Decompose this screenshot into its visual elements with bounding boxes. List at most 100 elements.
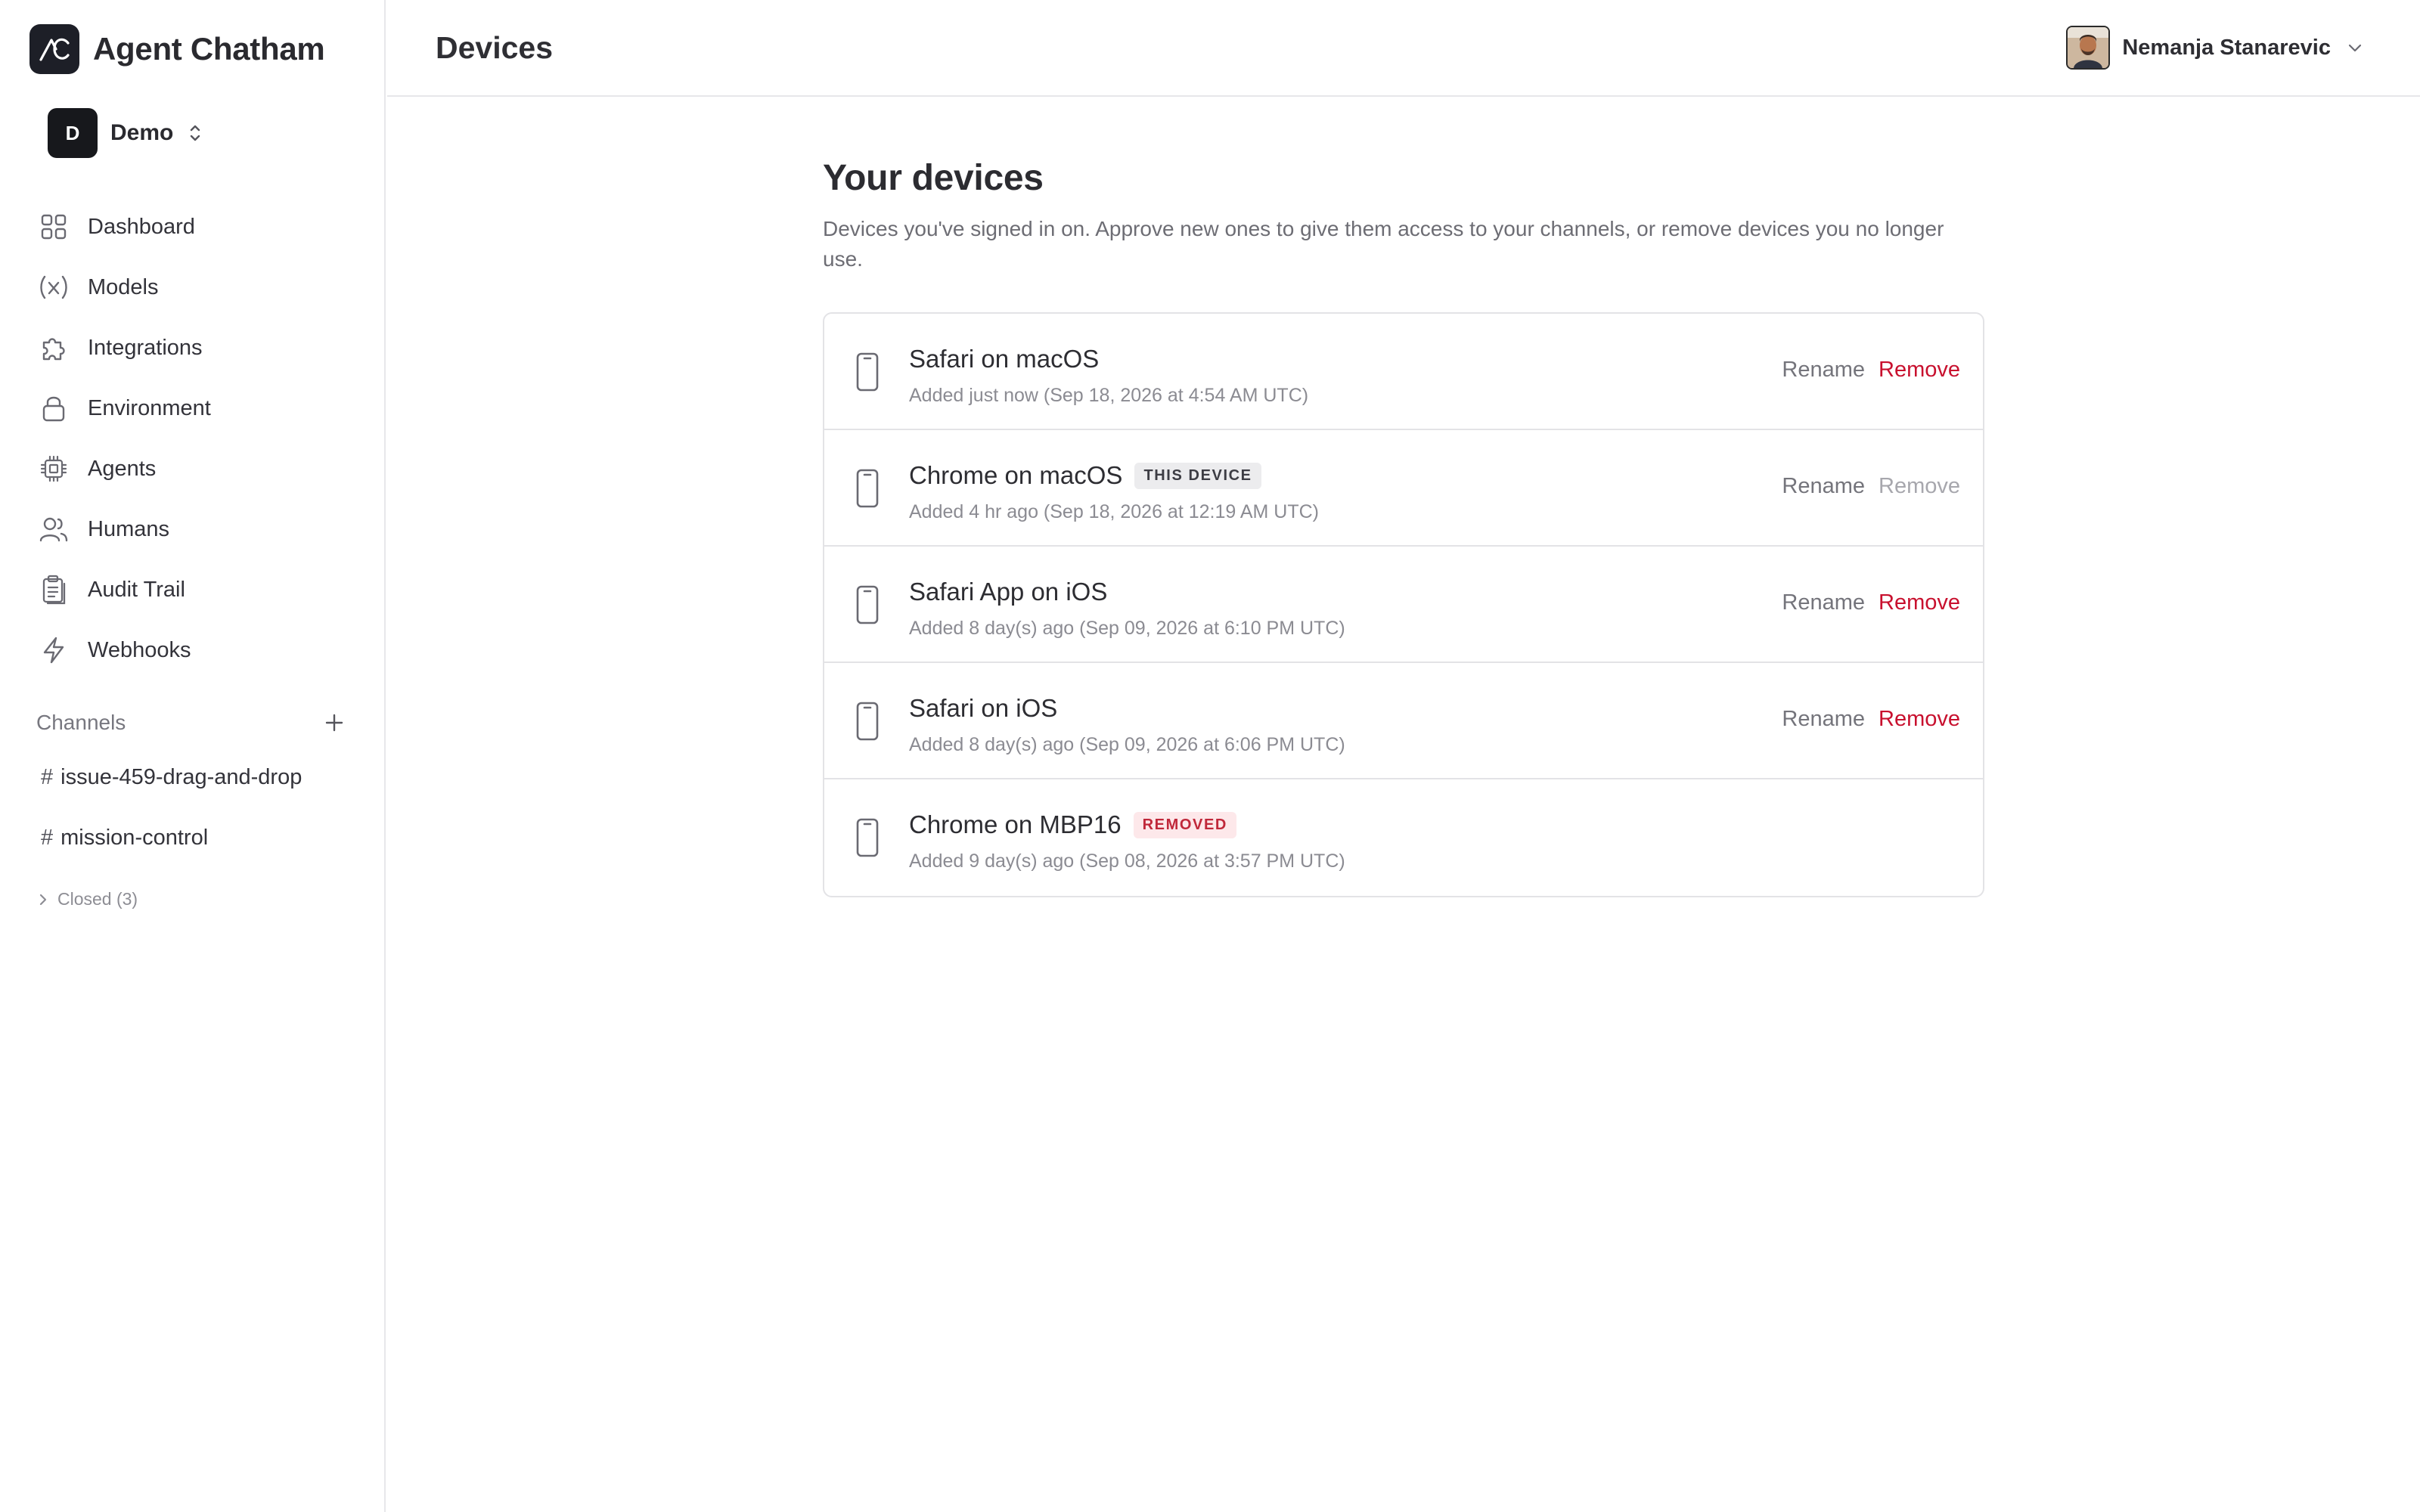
- app-name: Agent Chatham: [93, 31, 325, 67]
- closed-channels-label: Closed (3): [57, 889, 138, 909]
- lock-icon: [38, 392, 70, 424]
- section-description: Devices you've signed in on. Approve new…: [823, 217, 1944, 271]
- phone-icon: [855, 352, 880, 392]
- device-name-line: Safari on macOS: [909, 342, 1308, 376]
- main-content: Your devices Devices you've signed in on…: [823, 157, 1984, 897]
- function-icon: [38, 271, 70, 303]
- sidebar-item-label: Integrations: [88, 335, 203, 360]
- device-info: Chrome on MBP16 REMOVED Added 9 day(s) a…: [909, 808, 1345, 872]
- plus-icon: [325, 714, 343, 732]
- remove-button[interactable]: Remove: [1879, 358, 1960, 383]
- removed-badge: REMOVED: [1133, 811, 1236, 838]
- channels-title: Channels: [36, 711, 126, 734]
- sidebar-item-agents[interactable]: Agents: [38, 438, 355, 499]
- sidebar-item-label: Audit Trail: [88, 577, 185, 602]
- device-row: Safari App on iOS Added 8 day(s) ago (Se…: [824, 547, 1983, 663]
- rename-button[interactable]: Rename: [1782, 358, 1865, 383]
- device-name: Chrome on MBP16: [909, 810, 1122, 838]
- sidebar-item-label: Models: [88, 274, 159, 299]
- channel-list: # issue-459-drag-and-drop # mission-cont…: [41, 747, 358, 868]
- device-name: Safari on iOS: [909, 694, 1058, 722]
- sidebar-item-audit-trail[interactable]: Audit Trail: [38, 559, 355, 620]
- device-name-line: Safari App on iOS: [909, 575, 1345, 609]
- brand[interactable]: Agent Chatham: [29, 24, 325, 74]
- channel-name: mission-control: [60, 825, 209, 850]
- bolt-icon: [38, 634, 70, 666]
- channel-item[interactable]: # mission-control: [41, 807, 358, 868]
- hash-icon: #: [41, 764, 54, 789]
- device-actions: Rename Remove: [1782, 358, 1960, 383]
- device-row: Safari on iOS Added 8 day(s) ago (Sep 09…: [824, 663, 1983, 779]
- device-added-text: Added 9 day(s) ago (Sep 08, 2026 at 3:57…: [909, 850, 1345, 872]
- device-info: Safari on macOS Added just now (Sep 18, …: [909, 342, 1308, 407]
- sidebar-item-dashboard[interactable]: Dashboard: [38, 197, 355, 257]
- workspace-switcher[interactable]: D Demo: [48, 108, 202, 158]
- channel-item[interactable]: # issue-459-drag-and-drop: [41, 747, 358, 807]
- sidebar-item-humans[interactable]: Humans: [38, 499, 355, 559]
- remove-button-disabled: Remove: [1879, 474, 1960, 498]
- device-name: Safari App on iOS: [909, 578, 1108, 606]
- device-name: Safari on macOS: [909, 345, 1100, 373]
- device-name-line: Chrome on MBP16 REMOVED: [909, 808, 1345, 841]
- device-row: Chrome on macOS THIS DEVICE Added 4 hr a…: [824, 430, 1983, 547]
- puzzle-icon: [38, 332, 70, 364]
- hash-icon: #: [41, 825, 54, 850]
- phone-icon: [855, 584, 880, 625]
- channels-header: Channels: [36, 708, 348, 738]
- device-actions: Rename Remove: [1782, 590, 1960, 615]
- phone-icon: [855, 817, 880, 858]
- chevron-down-icon: [2347, 42, 2363, 53]
- sidebar-item-label: Dashboard: [88, 214, 195, 239]
- rename-button[interactable]: Rename: [1782, 707, 1865, 732]
- this-device-badge: THIS DEVICE: [1134, 462, 1261, 489]
- rename-button[interactable]: Rename: [1782, 590, 1865, 615]
- device-info: Safari App on iOS Added 8 day(s) ago (Se…: [909, 575, 1345, 640]
- page-title: Devices: [436, 30, 554, 65]
- phone-icon: [855, 701, 880, 742]
- device-actions: Rename Remove: [1782, 474, 1960, 499]
- device-added-text: Added 8 day(s) ago (Sep 09, 2026 at 6:10…: [909, 618, 1345, 639]
- clipboard-icon: [38, 574, 70, 606]
- user-name: Nemanja Stanarevic: [2122, 35, 2331, 60]
- grid-icon: [38, 211, 70, 243]
- remove-button[interactable]: Remove: [1879, 590, 1960, 615]
- device-name-line: Chrome on macOS THIS DEVICE: [909, 459, 1319, 492]
- app-root: Agent Chatham D Demo Dashboard Models In…: [0, 0, 2420, 1512]
- chevron-up-down-icon: [188, 123, 202, 143]
- device-name: Chrome on macOS: [909, 461, 1123, 489]
- user-menu[interactable]: Nemanja Stanarevic: [2066, 26, 2363, 70]
- chevron-right-icon: [39, 894, 47, 905]
- agent-chatham-logo-icon: [29, 24, 79, 74]
- users-icon: [38, 513, 70, 545]
- device-added-text: Added just now (Sep 18, 2026 at 4:54 AM …: [909, 385, 1309, 406]
- workspace-avatar: D: [48, 108, 98, 158]
- sidebar-item-webhooks[interactable]: Webhooks: [38, 620, 355, 680]
- sidebar-item-label: Humans: [88, 516, 169, 541]
- remove-button[interactable]: Remove: [1879, 707, 1960, 732]
- sidebar-item-label: Agents: [88, 456, 157, 481]
- sidebar-item-label: Environment: [88, 395, 211, 420]
- top-bar: Devices Nemanja Stanarevic: [387, 0, 2420, 97]
- phone-icon: [855, 468, 880, 509]
- workspace-name: Demo: [110, 120, 174, 145]
- device-added-text: Added 8 day(s) ago (Sep 09, 2026 at 6:06…: [909, 734, 1345, 755]
- device-info: Safari on iOS Added 8 day(s) ago (Sep 09…: [909, 692, 1345, 756]
- closed-channels-toggle[interactable]: Closed (3): [38, 889, 138, 909]
- avatar: [2066, 26, 2111, 70]
- sidebar-item-integrations[interactable]: Integrations: [38, 318, 355, 378]
- channel-name: issue-459-drag-and-drop: [60, 764, 302, 789]
- device-row: Safari on macOS Added just now (Sep 18, …: [824, 314, 1983, 430]
- sidebar: Agent Chatham D Demo Dashboard Models In…: [0, 0, 386, 1512]
- device-added-text: Added 4 hr ago (Sep 18, 2026 at 12:19 AM…: [909, 501, 1320, 522]
- sidebar-item-label: Webhooks: [88, 637, 191, 662]
- rename-button[interactable]: Rename: [1782, 474, 1865, 499]
- device-info: Chrome on macOS THIS DEVICE Added 4 hr a…: [909, 459, 1319, 523]
- sidebar-nav: Dashboard Models Integrations Environmen…: [38, 197, 355, 680]
- device-row: Chrome on MBP16 REMOVED Added 9 day(s) a…: [824, 779, 1983, 896]
- add-channel-button[interactable]: [321, 709, 348, 736]
- device-list: Safari on macOS Added just now (Sep 18, …: [823, 312, 1984, 897]
- sidebar-item-environment[interactable]: Environment: [38, 378, 355, 438]
- section-heading: Your devices: [823, 158, 1044, 198]
- sidebar-item-models[interactable]: Models: [38, 257, 355, 318]
- device-name-line: Safari on iOS: [909, 692, 1345, 725]
